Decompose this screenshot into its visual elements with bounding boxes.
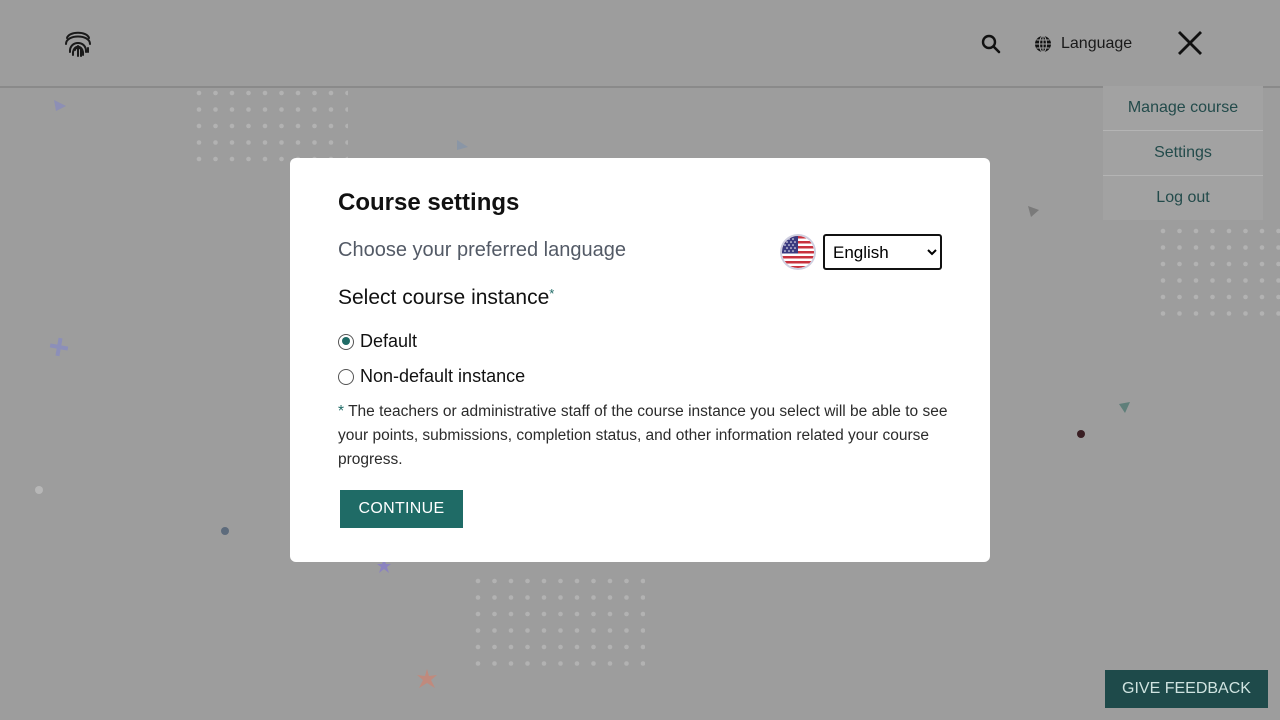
decorative-triangle	[457, 140, 468, 150]
language-prompt: Choose your preferred language	[338, 239, 626, 261]
user-menu: Manage course Settings Log out	[1103, 86, 1263, 220]
radio-button-checked[interactable]	[338, 333, 354, 350]
decorative-dot	[35, 486, 43, 494]
decorative-dot-grid	[475, 578, 645, 670]
decorative-star	[417, 669, 437, 688]
dialog-title: Course settings	[338, 189, 520, 216]
menu-item-log-out[interactable]: Log out	[1103, 176, 1263, 220]
us-flag-icon	[782, 236, 814, 268]
language-row: Choose your preferred language English	[338, 234, 942, 272]
decorative-dot	[221, 527, 229, 535]
note-text: The teachers or administrative staff of …	[338, 403, 948, 468]
radio-label: Default	[360, 331, 418, 351]
language-label: Language	[1061, 35, 1133, 52]
language-button[interactable]: Language	[1034, 33, 1132, 55]
top-navigation-bar: Language	[0, 0, 1280, 88]
decorative-triangle	[1119, 402, 1130, 413]
give-feedback-button[interactable]: GIVE FEEDBACK	[1105, 670, 1268, 708]
required-marker: *	[549, 286, 555, 301]
decorative-cross	[49, 337, 69, 357]
search-icon[interactable]	[980, 33, 1002, 55]
close-icon[interactable]	[1176, 29, 1204, 57]
language-select[interactable]: English	[823, 234, 942, 270]
continue-button[interactable]: CONTINUE	[340, 490, 463, 528]
menu-item-settings[interactable]: Settings	[1103, 131, 1263, 176]
decorative-triangle	[1028, 206, 1039, 217]
fingerprint-icon[interactable]	[62, 26, 94, 58]
decorative-triangle	[54, 100, 66, 111]
instance-section-title: Select course instance*	[338, 286, 554, 310]
decorative-dot-grid	[196, 90, 348, 162]
course-settings-dialog: Course settings Choose your preferred la…	[290, 158, 990, 562]
menu-item-manage-course[interactable]: Manage course	[1103, 86, 1263, 131]
radio-label: Non-default instance	[360, 366, 526, 386]
radio-button-unchecked[interactable]	[338, 368, 354, 385]
privacy-note: * The teachers or administrative staff o…	[338, 400, 948, 472]
radio-option-default[interactable]: Default	[338, 331, 417, 352]
globe-icon	[1035, 35, 1051, 53]
instance-title-text: Select course instance	[338, 286, 550, 309]
decorative-dot-grid	[1160, 228, 1280, 320]
decorative-dot	[1077, 430, 1085, 438]
radio-option-non-default[interactable]: Non-default instance	[338, 366, 525, 387]
